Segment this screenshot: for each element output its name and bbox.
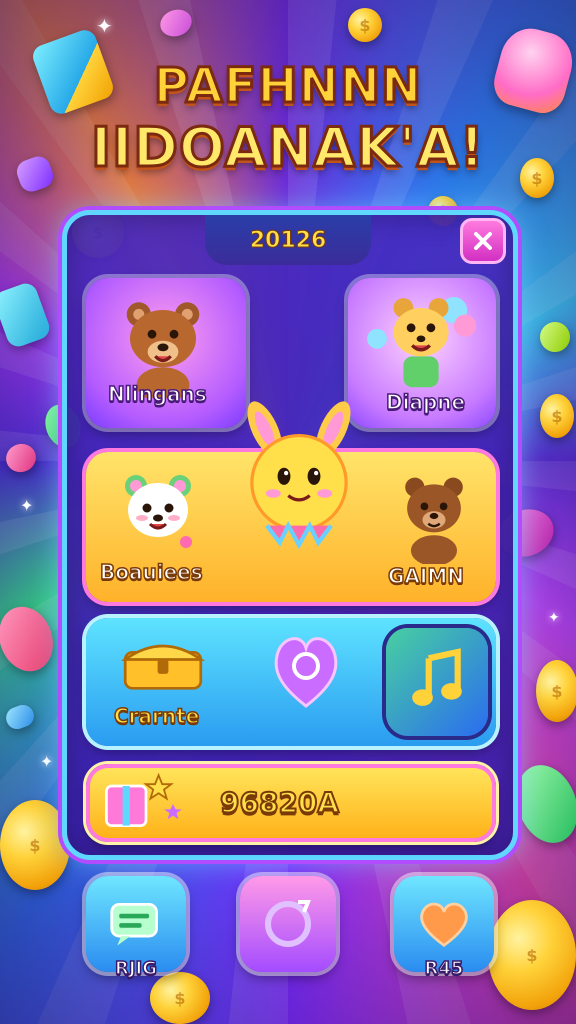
treasure-chest-icon [120,644,206,690]
year-label: 20126 [249,227,327,253]
chat-button-label: RJIG [114,957,158,980]
refresh-button[interactable] [240,876,336,972]
card-crarnte-label: Crarnte [113,703,200,729]
card-nlingans-label: Nlingans [107,381,207,407]
coin-icon [150,972,210,1024]
close-icon [474,232,492,250]
bear-icon [405,477,463,564]
year-tab: 20126 [205,215,371,265]
card-diapne-label: Diapne [385,389,466,415]
card-gaimn[interactable]: GAIMN [380,462,490,596]
music-button[interactable] [386,628,488,736]
bear-with-balloons-icon [367,297,476,388]
music-note-icon [412,648,462,706]
coin-icon [540,394,574,438]
sparkle-icon: ✦ [96,14,113,38]
close-button[interactable] [460,218,506,264]
panda-icon [125,475,192,548]
sparkle-icon: ✦ [20,496,34,515]
game-title-line-2: IIDOANAK'A! [89,115,486,181]
heart-bubble-button[interactable] [270,630,342,710]
card-gaimn-label: GAIMN [387,563,464,589]
coin-icon [536,660,576,722]
gift-box-icon [105,772,182,827]
sparkle-icon: ✦ [548,610,560,626]
chat-bubble-icon [110,903,158,946]
game-title-line-1: PAFHNNN [152,57,423,116]
sparkle-icon: ✦ [40,752,54,771]
coin-icon [0,800,70,890]
sun-bunny-mascot-icon [247,401,351,550]
card-crarnte[interactable]: Crarnte [100,626,240,738]
score-value: 96820A [219,785,340,820]
card-boauiees[interactable]: Boauiees [92,458,232,596]
heart-icon [420,902,468,948]
heart-bubble-icon [274,637,338,708]
refresh-icon [265,900,311,947]
card-boauiees-label: Boauiees [99,559,203,585]
card-nlingans[interactable]: Nlingans [86,278,246,428]
coin-icon [348,8,382,42]
favorites-button-label: R45 [424,957,464,980]
coin-icon [488,900,576,1010]
